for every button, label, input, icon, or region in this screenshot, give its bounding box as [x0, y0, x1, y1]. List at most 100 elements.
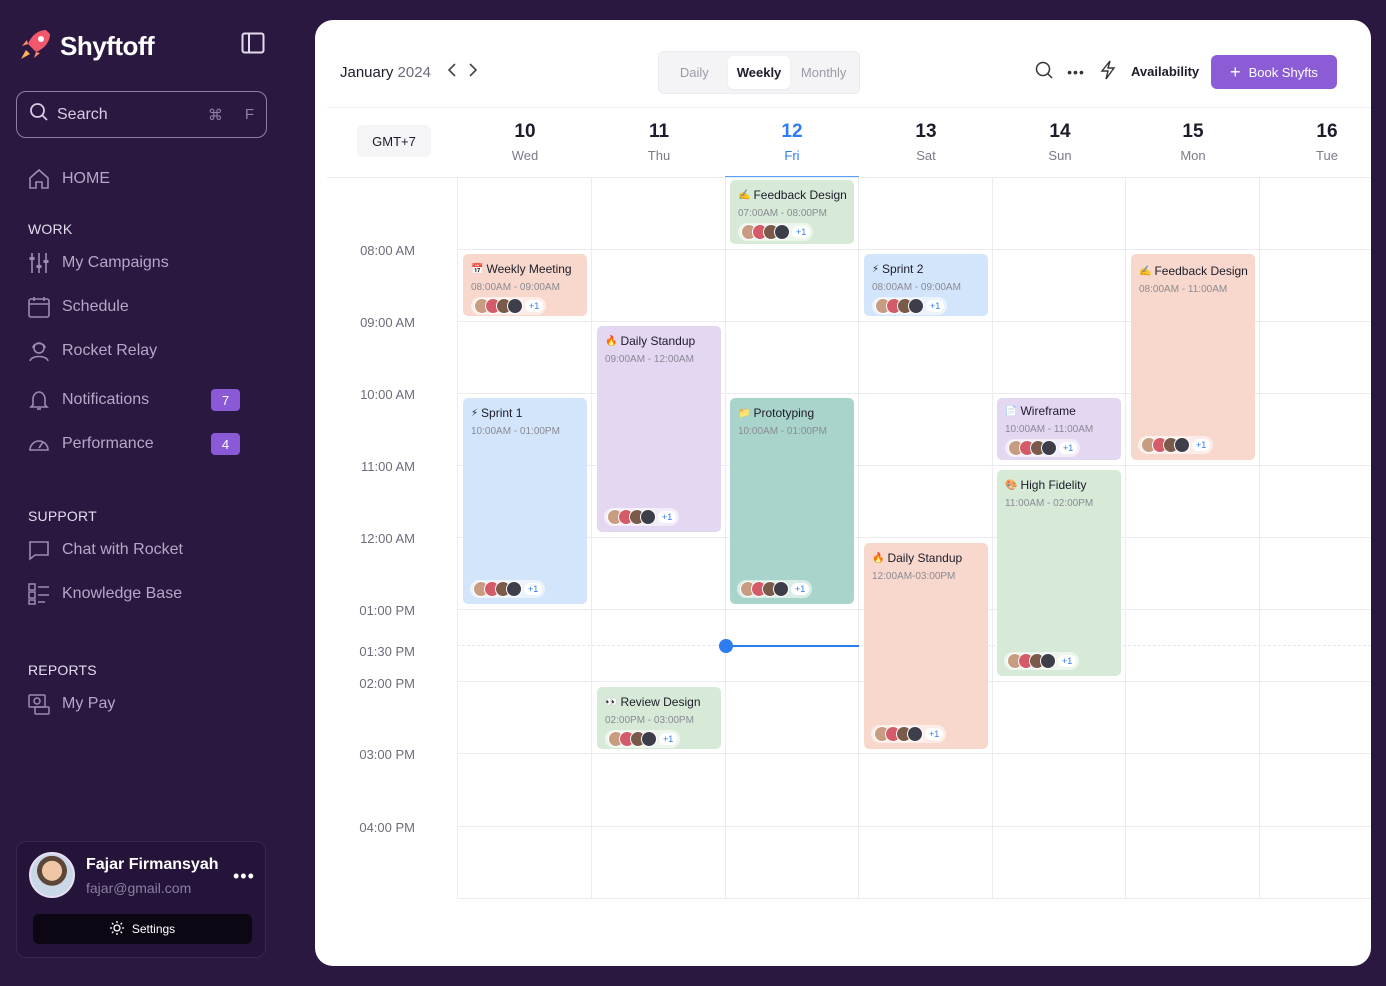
more-attendees: +1: [659, 733, 678, 745]
sliders-icon: [26, 250, 52, 276]
brand[interactable]: Shyftoff: [18, 28, 155, 64]
notifications-badge: 7: [211, 389, 240, 411]
day-header-10[interactable]: 10 Wed: [458, 120, 592, 163]
attendees[interactable]: +1: [605, 730, 681, 748]
book-shyfts-label: Book Shyfts: [1248, 64, 1318, 80]
wallet-icon: [26, 691, 52, 717]
event-daily-standup-thu[interactable]: 🔥 Daily Standup 09:00AM - 12:00AM +1: [597, 326, 721, 532]
folder-icon: 📁: [738, 407, 751, 419]
chat-bubble-icon: [26, 537, 52, 563]
event-time: 08:00AM - 09:00AM: [872, 282, 961, 293]
day-header-11[interactable]: 11 Thu: [592, 120, 726, 163]
attendees[interactable]: +1: [470, 580, 546, 598]
sidebar-item-performance[interactable]: Performance: [26, 429, 154, 459]
day-weekday: Sat: [916, 148, 936, 163]
search-box[interactable]: ⌘ F: [16, 91, 267, 138]
event-prototyping[interactable]: 📁 Prototyping 10:00AM - 01:00PM +1: [730, 398, 854, 604]
lightning-button[interactable]: [1097, 60, 1119, 85]
settings-button[interactable]: Settings: [33, 914, 252, 944]
sidebar-item-my-pay[interactable]: My Pay: [26, 689, 115, 719]
sidebar-item-label: My Pay: [62, 695, 116, 712]
day-header-12-today[interactable]: 12 Fri: [725, 120, 859, 163]
event-time: 07:00AM - 08:00PM: [738, 208, 827, 219]
profile-more-button[interactable]: •••: [233, 866, 255, 887]
view-weekly[interactable]: Weekly: [727, 56, 791, 89]
next-week-button[interactable]: [465, 62, 481, 82]
grid-column-line: [591, 177, 592, 899]
more-attendees: +1: [658, 511, 677, 523]
prev-week-button[interactable]: [444, 62, 460, 82]
event-time: 08:00AM - 11:00AM: [1139, 284, 1228, 295]
event-feedback-design-fri[interactable]: ✍️ Feedback Design 07:00AM - 08:00PM +1: [730, 180, 854, 244]
day-header-14[interactable]: 14 Sun: [993, 120, 1127, 163]
day-number: 12: [781, 121, 803, 142]
time-label: 03:00 PM: [359, 747, 415, 762]
event-title-text: Feedback Design: [1154, 264, 1248, 278]
event-feedback-design-mon[interactable]: ✍️ Feedback Design 08:00AM - 11:00AM +1: [1131, 254, 1255, 460]
attendees[interactable]: +1: [871, 725, 947, 743]
attendees[interactable]: +1: [738, 223, 814, 241]
day-number: 11: [648, 121, 670, 142]
attendees[interactable]: +1: [1005, 439, 1081, 457]
attendees[interactable]: +1: [1138, 436, 1214, 454]
attendees[interactable]: +1: [737, 580, 813, 598]
avatar: [641, 731, 657, 747]
attendees[interactable]: +1: [872, 297, 948, 315]
day-header-13[interactable]: 13 Sat: [859, 120, 993, 163]
section-label-reports: REPORTS: [28, 662, 97, 678]
more-options-button[interactable]: •••: [1065, 61, 1087, 83]
day-number: 13: [915, 121, 937, 142]
search-icon: [29, 102, 49, 127]
chevron-left-icon: [447, 62, 457, 82]
event-title-text: Weekly Meeting: [486, 262, 572, 276]
time-label: 02:00 PM: [359, 676, 415, 691]
lightning-icon: [1100, 60, 1116, 85]
more-attendees: +1: [925, 728, 944, 740]
event-high-fidelity[interactable]: 🎨 High Fidelity 11:00AM - 02:00PM +1: [997, 470, 1121, 676]
event-daily-standup-sat[interactable]: 🔥 Daily Standup 12:00AM-03:00PM +1: [864, 543, 988, 749]
day-header-15[interactable]: 15 Mon: [1126, 120, 1260, 163]
event-title-text: Wireframe: [1020, 404, 1076, 418]
event-sprint-1[interactable]: ⚡ Sprint 1 10:00AM - 01:00PM +1: [463, 398, 587, 604]
view-monthly[interactable]: Monthly: [792, 56, 855, 89]
sidebar-item-home[interactable]: HOME: [26, 164, 110, 194]
day-header-16[interactable]: 16 Tue: [1260, 120, 1371, 163]
sidebar-item-schedule[interactable]: Schedule: [26, 292, 129, 322]
event-title: ⚡ Sprint 1: [471, 406, 579, 420]
sidebar-item-chat[interactable]: Chat with Rocket: [26, 535, 183, 565]
event-title: 📅 Weekly Meeting: [471, 262, 579, 276]
sidebar-item-knowledge-base[interactable]: Knowledge Base: [26, 579, 182, 609]
sidebar-item-label: Performance: [62, 435, 154, 452]
fire-icon: 🔥: [605, 335, 618, 347]
day-weekday: Mon: [1180, 148, 1206, 163]
sidebar-item-notifications[interactable]: Notifications: [26, 385, 149, 415]
sidebar-item-label: Notifications: [62, 391, 150, 408]
timezone-label: GMT+7: [357, 125, 431, 157]
view-daily[interactable]: Daily: [663, 56, 726, 89]
event-time: 08:00AM - 09:00AM: [471, 282, 560, 293]
attendees[interactable]: +1: [604, 508, 680, 526]
calendar-emoji-icon: 📅: [471, 263, 484, 275]
book-shyfts-button[interactable]: + Book Shyfts: [1211, 55, 1337, 89]
event-wireframe[interactable]: 📄 Wireframe 10:00AM - 11:00AM +1: [997, 398, 1121, 460]
profile-email: fajar@gmail.com: [86, 880, 192, 896]
attendees[interactable]: +1: [471, 297, 547, 315]
sidebar-item-rocket-relay[interactable]: Rocket Relay: [26, 336, 157, 366]
avatar[interactable]: [29, 852, 75, 898]
event-review-design[interactable]: 👀 Review Design 02:00PM - 03:00PM +1: [597, 687, 721, 749]
sidebar-item-label: Rocket Relay: [62, 342, 158, 359]
sidebar-item-campaigns[interactable]: My Campaigns: [26, 248, 169, 278]
event-time: 09:00AM - 12:00AM: [605, 354, 694, 365]
event-sprint-2[interactable]: ⚡ Sprint 2 08:00AM - 09:00AM +1: [864, 254, 988, 316]
event-title-text: Feedback Design: [753, 188, 847, 202]
search-input[interactable]: [57, 105, 177, 124]
gauge-icon: [26, 431, 52, 457]
availability-button[interactable]: Availability: [1131, 64, 1199, 79]
collapse-sidebar-button[interactable]: [240, 32, 266, 58]
profile-name: Fajar Firmansyah: [86, 856, 219, 873]
event-title-text: Daily Standup: [887, 551, 963, 565]
time-label: 10:00 AM: [360, 387, 415, 402]
event-weekly-meeting[interactable]: 📅 Weekly Meeting 08:00AM - 09:00AM +1: [463, 254, 587, 316]
attendees[interactable]: +1: [1004, 652, 1080, 670]
search-button[interactable]: [1033, 61, 1055, 83]
